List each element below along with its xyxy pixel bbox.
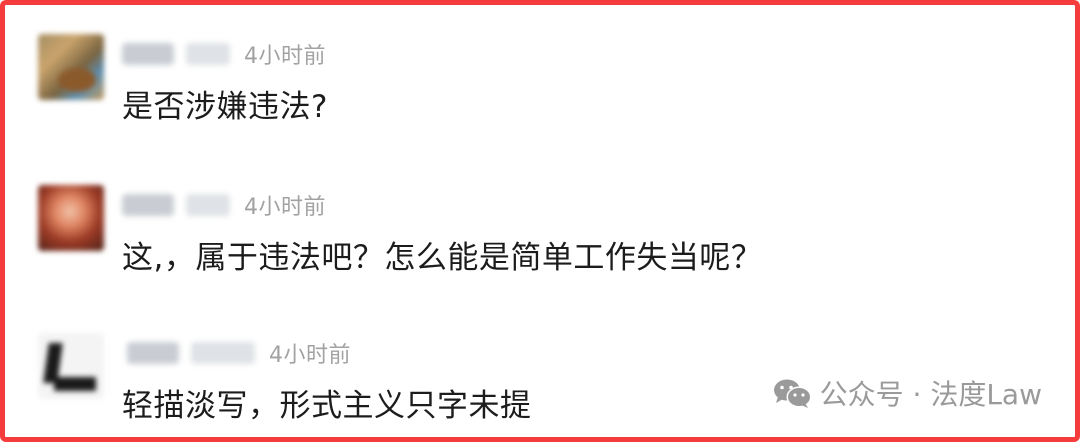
comment-meta: 4小时前	[122, 37, 326, 71]
comment-meta: 4小时前	[127, 336, 351, 370]
comment-time: 4小时前	[244, 44, 326, 69]
comment-text: 轻描淡写，形式主义只字未提	[122, 388, 532, 424]
wechat-icon	[773, 379, 812, 408]
avatar[interactable]	[38, 185, 104, 251]
avatar[interactable]	[38, 333, 104, 399]
username-redacted[interactable]	[127, 342, 179, 364]
watermark-text: 公众号 · 法度Law	[819, 378, 1042, 411]
comments-panel: 4小时前 是否涉嫌违法? 4小时前 这,，属于违法吧？怎么能是简单工作失当呢？ …	[0, 0, 1080, 442]
username-redacted[interactable]	[122, 43, 174, 65]
comment-text: 是否涉嫌违法?	[122, 89, 328, 125]
location-redacted	[186, 43, 230, 65]
comment-meta: 4小时前	[122, 188, 326, 222]
watermark: 公众号 · 法度Law	[772, 373, 1042, 413]
comment-time: 4小时前	[244, 195, 326, 220]
comment-time: 4小时前	[269, 343, 351, 368]
username-redacted[interactable]	[122, 194, 174, 216]
comment-text: 这,，属于违法吧？怎么能是简单工作失当呢？	[122, 240, 763, 276]
location-redacted	[191, 342, 255, 364]
location-redacted	[186, 194, 230, 216]
avatar[interactable]	[38, 34, 104, 100]
